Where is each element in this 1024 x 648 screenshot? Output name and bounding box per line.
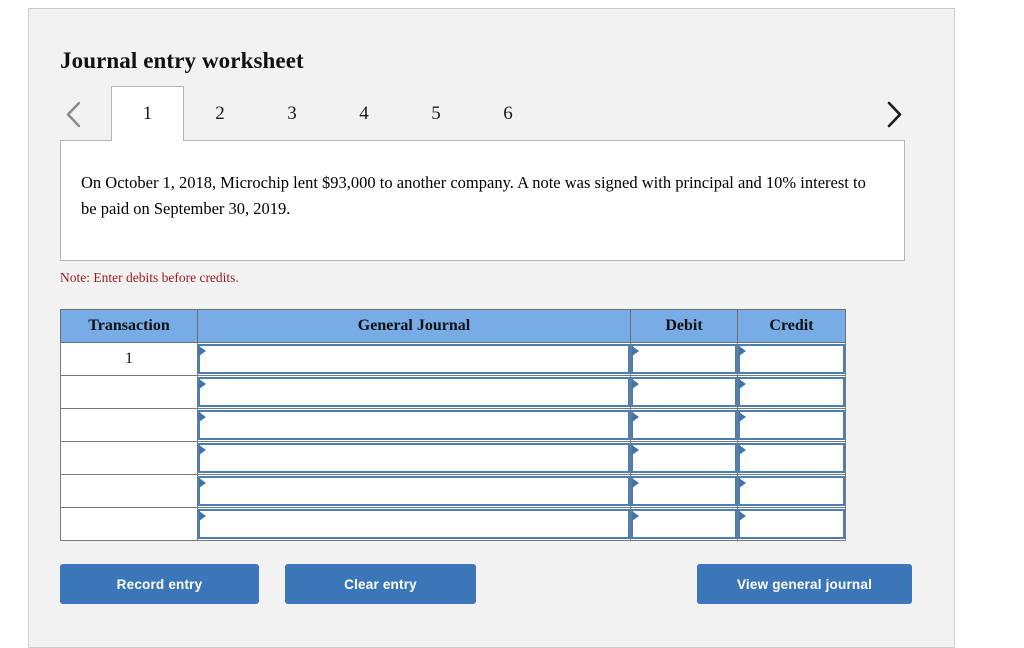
previous-tab-button[interactable] — [55, 94, 91, 134]
table-row — [60, 408, 846, 442]
tab-3[interactable]: 3 — [256, 86, 328, 141]
table-row — [60, 507, 846, 541]
tab-label: 3 — [287, 102, 297, 124]
chevron-left-icon — [66, 101, 80, 127]
general-journal-cell — [197, 507, 631, 541]
debit-input-row-1[interactable] — [631, 344, 737, 374]
transaction-cell — [60, 375, 198, 409]
credit-cell — [737, 375, 846, 409]
dropdown-triangle-icon — [199, 412, 206, 422]
column-header-credit: Credit — [737, 309, 846, 343]
tab-5[interactable]: 5 — [400, 86, 472, 141]
dropdown-triangle-icon — [739, 511, 746, 521]
scenario-text: On October 1, 2018, Microchip lent $93,0… — [81, 172, 866, 218]
tab-6[interactable]: 6 — [472, 86, 544, 141]
general-journal-cell — [197, 474, 631, 508]
column-header-general-journal: General Journal — [197, 309, 631, 343]
dropdown-triangle-icon — [199, 379, 206, 389]
tab-4[interactable]: 4 — [328, 86, 400, 141]
dropdown-triangle-icon — [739, 379, 746, 389]
tab-label: 5 — [431, 102, 441, 124]
chevron-right-icon — [887, 101, 901, 127]
debit-cell — [630, 408, 738, 442]
credit-cell — [737, 408, 846, 442]
tab-2[interactable]: 2 — [184, 86, 256, 141]
credit-cell — [737, 342, 846, 376]
journal-entry-table: Transaction General Journal Debit Credit 1 — [60, 309, 846, 541]
debit-input-row-5[interactable] — [631, 476, 737, 506]
record-entry-button[interactable]: Record entry — [60, 564, 259, 604]
transaction-cell — [60, 441, 198, 475]
debit-cell — [630, 474, 738, 508]
dropdown-triangle-icon — [739, 346, 746, 356]
dropdown-triangle-icon — [632, 445, 639, 455]
debit-input-row-4[interactable] — [631, 443, 737, 473]
table-row — [60, 375, 846, 409]
transaction-cell — [60, 507, 198, 541]
active-tab-joiner — [112, 139, 183, 142]
table-header-row: Transaction General Journal Debit Credit — [60, 309, 846, 343]
general-journal-input-row-2[interactable] — [198, 377, 630, 407]
page-title: Journal entry worksheet — [60, 48, 304, 74]
transaction-cell — [60, 474, 198, 508]
debits-before-credits-note: Note: Enter debits before credits. — [60, 270, 239, 285]
general-journal-input-row-5[interactable] — [198, 476, 630, 506]
tab-strip: 1 2 3 4 5 6 — [29, 86, 956, 141]
dropdown-triangle-icon — [199, 478, 206, 488]
general-journal-input-row-6[interactable] — [198, 509, 630, 539]
debit-input-row-3[interactable] — [631, 410, 737, 440]
dropdown-triangle-icon — [739, 445, 746, 455]
tab-label: 2 — [215, 102, 225, 124]
general-journal-input-row-1[interactable] — [198, 344, 630, 374]
transaction-cell — [60, 408, 198, 442]
general-journal-input-row-4[interactable] — [198, 443, 630, 473]
credit-input-row-3[interactable] — [738, 410, 845, 440]
credit-cell — [737, 441, 846, 475]
view-general-journal-button[interactable]: View general journal — [697, 564, 912, 604]
table-row — [60, 474, 846, 508]
table-row: 1 — [60, 342, 846, 376]
credit-input-row-2[interactable] — [738, 377, 845, 407]
debit-input-row-2[interactable] — [631, 377, 737, 407]
credit-input-row-6[interactable] — [738, 509, 845, 539]
general-journal-cell — [197, 408, 631, 442]
table-row — [60, 441, 846, 475]
worksheet-panel: Journal entry worksheet 1 2 3 4 5 6 On Octobe… — [28, 8, 955, 648]
debit-cell — [630, 375, 738, 409]
dropdown-triangle-icon — [632, 379, 639, 389]
table-body: 1 — [60, 342, 846, 541]
general-journal-cell — [197, 375, 631, 409]
dropdown-triangle-icon — [199, 511, 206, 521]
dropdown-triangle-icon — [739, 412, 746, 422]
column-header-debit: Debit — [630, 309, 738, 343]
dropdown-triangle-icon — [632, 412, 639, 422]
credit-cell — [737, 507, 846, 541]
dropdown-triangle-icon — [632, 346, 639, 356]
credit-input-row-5[interactable] — [738, 476, 845, 506]
scenario-panel: On October 1, 2018, Microchip lent $93,0… — [60, 140, 905, 261]
next-tab-button[interactable] — [875, 94, 911, 134]
clear-entry-button[interactable]: Clear entry — [285, 564, 476, 604]
tab-label: 1 — [142, 103, 153, 124]
transaction-cell: 1 — [60, 342, 198, 376]
general-journal-cell — [197, 342, 631, 376]
debit-cell — [630, 441, 738, 475]
credit-cell — [737, 474, 846, 508]
tab-label: 6 — [503, 102, 513, 124]
tab-1[interactable]: 1 — [111, 86, 184, 141]
debit-cell — [630, 507, 738, 541]
credit-input-row-1[interactable] — [738, 344, 845, 374]
dropdown-triangle-icon — [199, 346, 206, 356]
column-header-transaction: Transaction — [60, 309, 198, 343]
debit-input-row-6[interactable] — [631, 509, 737, 539]
dropdown-triangle-icon — [199, 445, 206, 455]
tab-label: 4 — [359, 102, 369, 124]
debit-cell — [630, 342, 738, 376]
dropdown-triangle-icon — [632, 478, 639, 488]
general-journal-input-row-3[interactable] — [198, 410, 630, 440]
dropdown-triangle-icon — [632, 511, 639, 521]
general-journal-cell — [197, 441, 631, 475]
dropdown-triangle-icon — [739, 478, 746, 488]
credit-input-row-4[interactable] — [738, 443, 845, 473]
